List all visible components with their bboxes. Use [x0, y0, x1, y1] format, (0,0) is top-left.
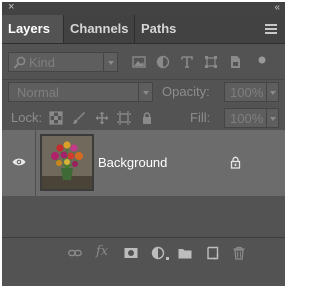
panel-title-bar: × «	[2, 1, 285, 15]
collapse-icon[interactable]: «	[274, 1, 279, 14]
layer-thumbnail[interactable]	[40, 134, 94, 191]
lock-row: Lock: Fill: 100%	[2, 106, 285, 130]
layer-name[interactable]: Background	[98, 154, 167, 172]
visibility-toggle[interactable]	[2, 130, 36, 196]
fill-label: Fill:	[190, 110, 211, 125]
blend-mode-select[interactable]: Normal	[8, 82, 153, 102]
adjustment-menu-dot	[166, 257, 169, 260]
hamburger-icon[interactable]	[265, 24, 277, 36]
fill-field[interactable]: 100%	[224, 108, 279, 128]
lock-position-icon[interactable]	[95, 111, 109, 125]
tab-channels[interactable]: Channels	[63, 15, 134, 43]
new-layer-icon[interactable]	[205, 246, 219, 260]
adjustment-filter-icon[interactable]	[156, 55, 170, 69]
close-icon[interactable]: ×	[8, 1, 14, 14]
lock-all-icon[interactable]	[140, 111, 154, 125]
chevron-down-icon	[266, 109, 278, 127]
link-layers-icon[interactable]	[68, 246, 82, 260]
lock-artboard-icon[interactable]	[117, 111, 131, 125]
tab-layers[interactable]: Layers	[2, 15, 63, 43]
opacity-value: 100%	[230, 85, 264, 100]
filter-kind-label: Kind	[29, 55, 56, 70]
layer-row-background[interactable]: Background	[2, 130, 285, 196]
shape-filter-icon[interactable]	[204, 55, 218, 69]
lock-transparent-pixels-icon[interactable]	[49, 111, 63, 125]
fill-value: 100%	[230, 111, 264, 126]
image-filter-icon[interactable]	[132, 55, 146, 69]
chevron-down-icon	[266, 83, 278, 101]
filter-kind-select[interactable]: Kind	[8, 52, 118, 72]
chevron-down-icon	[103, 53, 117, 71]
layers-panel: × « Layers Channels Paths Kind Normal Op…	[2, 1, 285, 286]
search-icon	[13, 56, 26, 69]
lock-image-pixels-icon[interactable]	[72, 111, 86, 125]
delete-layer-icon[interactable]	[232, 246, 246, 260]
filter-row: Kind	[2, 50, 285, 74]
opacity-field[interactable]: 100%	[224, 82, 279, 102]
new-group-icon[interactable]	[178, 246, 192, 260]
layer-list-empty-area	[2, 196, 285, 237]
panel-tab-bar: Layers Channels Paths	[2, 15, 285, 44]
tab-paths[interactable]: Paths	[134, 15, 185, 43]
blend-row: Normal Opacity: 100%	[2, 79, 285, 104]
fx-icon[interactable]: fx	[96, 244, 108, 259]
type-filter-icon[interactable]	[180, 55, 194, 69]
filter-toggle-dot-icon[interactable]	[257, 55, 267, 65]
lock-label: Lock:	[11, 110, 43, 125]
chevron-down-icon	[138, 83, 152, 101]
adjustment-layer-icon[interactable]	[151, 246, 165, 260]
blend-mode-value: Normal	[17, 85, 59, 100]
panel-footer: fx	[2, 237, 285, 268]
smart-object-filter-icon[interactable]	[228, 55, 242, 69]
panel-bottom-edge	[2, 268, 285, 286]
lock-icon	[230, 156, 241, 169]
add-mask-icon[interactable]	[124, 246, 138, 260]
tulips-bouquet-thumbnail	[42, 136, 92, 189]
eye-icon	[12, 158, 26, 166]
opacity-label: Opacity:	[162, 84, 210, 99]
